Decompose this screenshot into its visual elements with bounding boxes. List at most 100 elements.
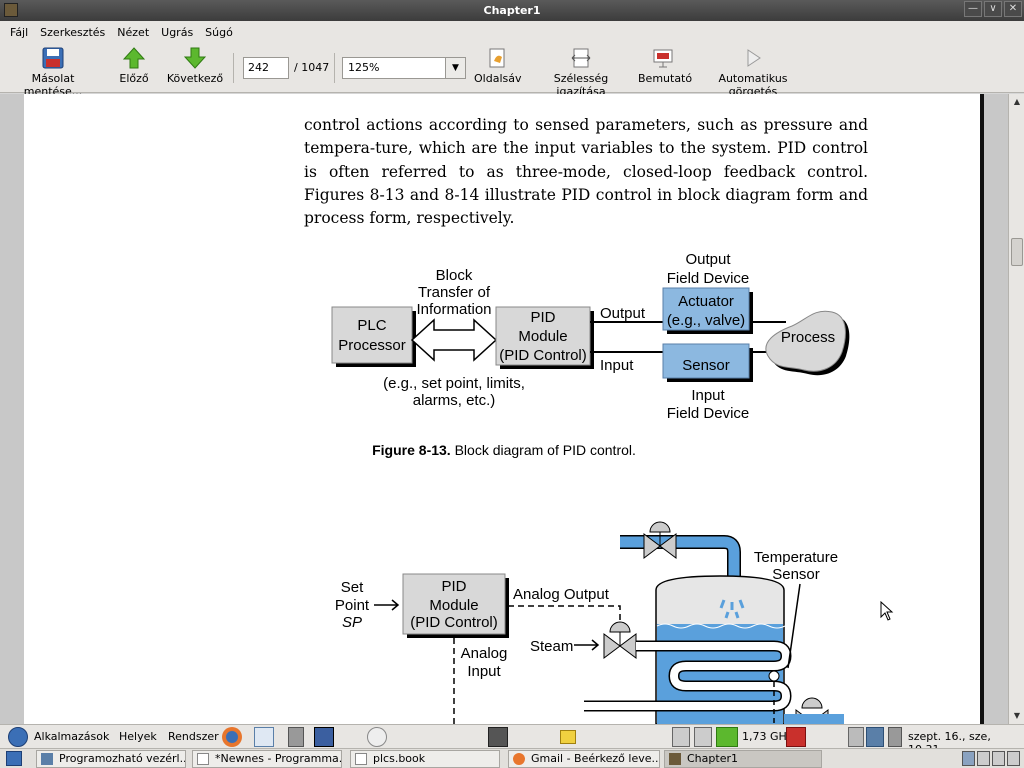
mouse-cursor-icon xyxy=(880,600,894,624)
document-viewer[interactable]: control actions according to sensed para… xyxy=(0,94,1024,724)
vertical-scrollbar[interactable]: ▲ ▼ xyxy=(1008,94,1024,724)
svg-text:PLC: PLC xyxy=(357,317,386,334)
task-item[interactable]: *Newnes - Programma... xyxy=(192,750,342,768)
svg-text:Sensor: Sensor xyxy=(772,566,820,583)
svg-text:PID: PID xyxy=(441,578,466,595)
applications-menu[interactable]: Alkalmazások xyxy=(34,730,109,743)
toolbar: Másolat mentése... Előző Következő 242 /… xyxy=(0,43,1024,98)
scroll-up-icon[interactable]: ▲ xyxy=(1011,96,1023,108)
sensor-block: Sensor xyxy=(662,343,753,382)
show-desktop-icon[interactable] xyxy=(6,751,22,766)
presentation-button[interactable]: Bemutató xyxy=(638,47,692,85)
svg-text:(PID Control): (PID Control) xyxy=(499,347,587,364)
fit-width-icon xyxy=(532,47,630,69)
svg-text:PID: PID xyxy=(530,309,555,326)
screenshot-icon[interactable] xyxy=(314,727,334,747)
volume-icon[interactable] xyxy=(888,727,902,747)
gnome-foot-icon[interactable] xyxy=(8,727,28,747)
zoom-select[interactable]: 125% ▼ xyxy=(342,57,466,79)
places-menu[interactable]: Helyek xyxy=(119,730,157,743)
maximize-button[interactable]: ∨ xyxy=(984,1,1002,17)
monitor-icon[interactable] xyxy=(488,727,508,747)
network-icon[interactable] xyxy=(866,727,884,747)
page-number-input[interactable]: 242 xyxy=(243,57,289,79)
svg-text:Point: Point xyxy=(335,597,370,614)
workspace-icon[interactable] xyxy=(694,727,712,747)
menu-go[interactable]: Ugrás xyxy=(155,26,199,39)
figure-caption: Figure 8-13. Block diagram of PID contro… xyxy=(372,442,636,458)
scroll-thumb[interactable] xyxy=(1011,238,1023,266)
svg-text:Input: Input xyxy=(691,387,725,404)
svg-text:Sensor: Sensor xyxy=(682,357,730,374)
examples-label: (e.g., set point, limits, alarms, etc.) xyxy=(383,375,525,409)
svg-text:Output: Output xyxy=(685,251,731,268)
dropdown-arrow-icon[interactable]: ▼ xyxy=(445,58,465,78)
fit-width-button[interactable]: Szélesség igazítása xyxy=(532,47,630,98)
setpoint-label: Set Point SP xyxy=(335,579,370,631)
play-icon xyxy=(698,47,808,69)
actuator-block: Actuator (e.g., valve) xyxy=(662,287,753,334)
menu-edit[interactable]: Szerkesztés xyxy=(34,26,111,39)
svg-text:Block: Block xyxy=(436,267,473,284)
svg-text:Analog: Analog xyxy=(461,645,508,662)
steam-valve xyxy=(603,621,637,659)
menu-file[interactable]: Fájl xyxy=(4,26,34,39)
close-button[interactable]: ✕ xyxy=(1004,1,1022,17)
scroll-down-icon[interactable]: ▼ xyxy=(1011,710,1023,722)
save-copy-button[interactable]: Másolat mentése... xyxy=(6,47,100,98)
system-menu[interactable]: Rendszer xyxy=(168,730,219,743)
network-icon[interactable] xyxy=(848,727,864,747)
cd-icon[interactable] xyxy=(367,727,387,747)
gnome-panel: Alkalmazások Helyek Rendszer 1,73 GHz sz… xyxy=(0,724,1024,756)
arrow-down-icon xyxy=(166,47,224,69)
svg-text:Field Device: Field Device xyxy=(667,405,750,422)
svg-text:Process: Process xyxy=(781,329,835,346)
output-label: Output xyxy=(600,305,646,322)
document-icon xyxy=(41,753,53,765)
temp-sensor-bulb xyxy=(768,670,780,682)
toolbar-separator xyxy=(233,53,234,83)
document-icon xyxy=(355,753,367,765)
cpu-frequency: 1,73 GHz xyxy=(742,730,793,743)
figure-diagrams: PLC Processor Block Transfer of Informat… xyxy=(331,251,850,724)
double-arrow xyxy=(410,318,498,362)
arrow-up-icon xyxy=(114,47,154,69)
mail-icon[interactable] xyxy=(254,727,274,747)
sidebar-button[interactable]: Oldalsáv xyxy=(474,47,521,85)
task-item[interactable]: plcs.book xyxy=(350,750,500,768)
task-item[interactable]: Gmail - Beérkező leve... xyxy=(508,750,660,768)
workspace-switcher[interactable] xyxy=(962,751,1020,766)
task-item[interactable]: Programozható vezérl... xyxy=(36,750,186,768)
task-item-active[interactable]: Chapter1 xyxy=(664,750,822,768)
menu-help[interactable]: Súgó xyxy=(199,26,239,39)
prev-page-button[interactable]: Előző xyxy=(114,47,154,85)
svg-text:Set: Set xyxy=(341,579,364,596)
firefox-icon[interactable] xyxy=(222,727,242,747)
document-page: control actions according to sensed para… xyxy=(24,94,984,724)
pid-module-block: PID Module (PID Control) xyxy=(495,306,594,369)
window-title: Chapter1 xyxy=(483,4,541,17)
svg-text:(e.g., set point, limits,: (e.g., set point, limits, xyxy=(383,375,525,392)
menubar: Fájl Szerkesztés Nézet Ugrás Súgó xyxy=(0,21,1024,43)
block-transfer-label: Block Transfer of Information xyxy=(416,267,491,318)
folder-icon[interactable] xyxy=(560,730,576,744)
menu-view[interactable]: Nézet xyxy=(111,26,155,39)
svg-text:Field Device: Field Device xyxy=(667,270,750,287)
svg-text:Module: Module xyxy=(518,328,567,345)
power-icon[interactable] xyxy=(786,727,806,747)
firefox-icon xyxy=(513,753,525,765)
window-titlebar[interactable]: Chapter1 — ∨ ✕ xyxy=(0,0,1024,21)
sidebar-icon xyxy=(474,47,520,69)
minimize-button[interactable]: — xyxy=(964,1,982,17)
svg-text:(e.g., valve): (e.g., valve) xyxy=(667,312,745,329)
svg-text:SP: SP xyxy=(342,614,362,631)
workspace-icon[interactable] xyxy=(672,727,690,747)
temp-sensor-label: Temperature Sensor xyxy=(754,549,838,583)
plc-processor-block: PLC Processor xyxy=(331,306,416,367)
svg-text:Processor: Processor xyxy=(338,337,406,354)
app-icon xyxy=(4,3,18,17)
calculator-icon[interactable] xyxy=(288,727,304,747)
next-page-button[interactable]: Következő xyxy=(166,47,224,85)
input-label: Input xyxy=(600,357,634,374)
autoscroll-button[interactable]: Automatikus görgetés xyxy=(698,47,808,98)
